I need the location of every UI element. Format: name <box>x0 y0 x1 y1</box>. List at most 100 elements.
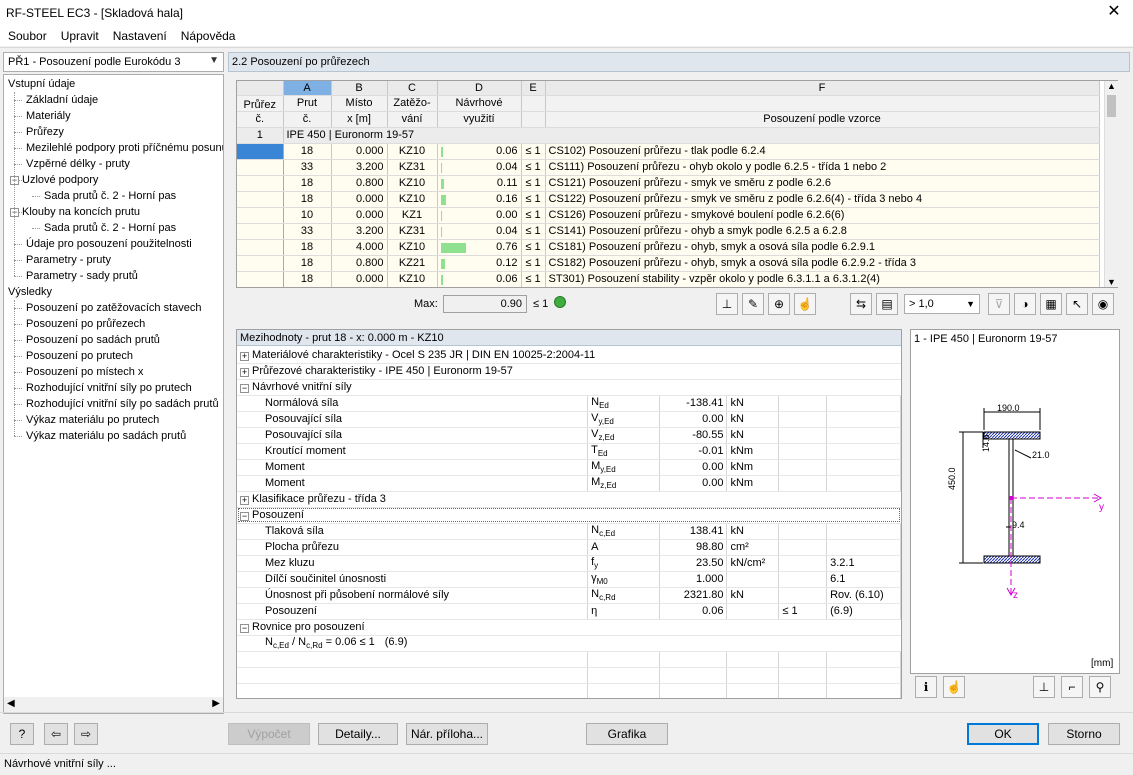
palette-icon[interactable]: ◑ <box>1014 293 1036 315</box>
group-row[interactable]: + Klasifikace průřezu - třída 3 <box>237 491 901 508</box>
table-row[interactable]: 18 0.000 KZ10 0.16 ≤ 1 CS122) Posouzení průře… <box>237 191 1100 208</box>
row-selector[interactable] <box>237 191 284 208</box>
member-color-icon[interactable]: ✎ <box>742 293 764 315</box>
nav-item[interactable]: Rozhodující vnitřní síly po sadách prutů <box>26 396 219 412</box>
nav-item[interactable]: Posouzení po zatěžovacích stavech <box>26 300 202 316</box>
select-members-icon[interactable]: ↖ <box>1066 293 1088 315</box>
nav-item[interactable]: Údaje pro posouzení použitelnosti <box>26 236 192 252</box>
table-row[interactable]: 10 0.000 KZ1 0.00 ≤ 1 CS126) Posouzení průřez… <box>237 207 1100 224</box>
scroll-right-icon[interactable]: ▶ <box>212 698 220 709</box>
nav-item[interactable]: Posouzení po místech x <box>26 364 143 380</box>
module-select[interactable]: PŘ1 - Posouzení podle Eurokódu 3 ▼ <box>3 52 224 72</box>
col-letter-a[interactable]: A <box>283 81 332 96</box>
menu-edit[interactable]: Upravit <box>61 29 105 43</box>
scroll-down-icon[interactable]: ▼ <box>1107 277 1116 287</box>
results-table[interactable]: A B C D E F Průřez Prut Místo Zatěžo- Ná… <box>236 80 1118 288</box>
pick-icon[interactable]: ☝ <box>794 293 816 315</box>
info-icon[interactable]: ℹ <box>915 676 937 698</box>
excel-export-icon[interactable]: ▦ <box>1040 293 1062 315</box>
col-letter-c[interactable]: C <box>387 81 438 96</box>
scroll-thumb[interactable] <box>1107 95 1116 117</box>
nav-item[interactable]: Sada prutů č. 2 - Horní pas <box>44 188 176 204</box>
chevron-down-icon[interactable]: ▼ <box>209 55 219 66</box>
cancel-button[interactable]: Storno <box>1048 723 1120 745</box>
calculate-button[interactable]: Výpočet <box>228 723 310 745</box>
table-row[interactable]: 33 3.200 KZ31 0.04 ≤ 1 CS111) Posouzení průře… <box>237 159 1100 176</box>
close-icon[interactable]: ✕ <box>1103 2 1125 22</box>
table-row[interactable]: 18 0.000 KZ10 0.06 ≤ 1 ST301) Posouzení stabi… <box>237 271 1100 287</box>
funnel-icon[interactable]: ⊽ <box>988 293 1010 315</box>
nav-item[interactable]: Vzpěrné délky - pruty <box>26 156 130 172</box>
group-row[interactable]: − Posouzení <box>237 507 901 524</box>
group-row[interactable]: + Průřezové charakteristiky - IPE 450 | E… <box>237 363 901 380</box>
table-row[interactable]: 18 4.000 KZ10 0.76 ≤ 1 CS181) Posouzení průře… <box>237 239 1100 256</box>
section-check-icon[interactable]: ⊥ <box>716 293 738 315</box>
nav-item[interactable]: Průřezy <box>26 124 64 140</box>
menu-settings[interactable]: Nastavení <box>113 29 173 43</box>
nav-item[interactable]: Posouzení po sadách prutů <box>26 332 160 348</box>
zoom-icon[interactable]: ⚲ <box>1089 676 1111 698</box>
collapse-icon[interactable]: − <box>240 512 249 521</box>
back-icon[interactable]: ⇦ <box>44 723 68 745</box>
nav-item[interactable]: Materiály <box>26 108 71 124</box>
row-selector[interactable] <box>237 159 284 176</box>
row-selector[interactable] <box>237 271 284 287</box>
nav-item[interactable]: Parametry - pruty <box>26 252 111 268</box>
menu-file[interactable]: Soubor <box>8 29 53 43</box>
nav-item[interactable]: Výkaz materiálu po prutech <box>26 412 159 428</box>
nav-item[interactable]: Sada prutů č. 2 - Horní pas <box>44 220 176 236</box>
horizontal-scrollbar[interactable]: ◀ ▶ <box>4 697 223 713</box>
nav-item[interactable]: Rozhodující vnitřní síly po prutech <box>26 380 192 396</box>
collapse-icon[interactable]: − <box>240 384 249 393</box>
row-selector[interactable] <box>237 255 284 272</box>
scroll-up-icon[interactable]: ▲ <box>1107 81 1116 91</box>
nav-item[interactable]: Posouzení po prutech <box>26 348 133 364</box>
col-letter-e[interactable]: E <box>521 81 546 96</box>
expand-icon[interactable]: + <box>240 496 249 505</box>
nav-item[interactable]: Vstupní údaje <box>8 76 75 92</box>
row-selector[interactable] <box>237 223 284 240</box>
col-letter-d[interactable]: D <box>437 81 522 96</box>
help-icon[interactable]: ? <box>10 723 34 745</box>
row-selector[interactable] <box>237 143 284 160</box>
nav-item[interactable]: Výkaz materiálu po sadách prutů <box>26 428 186 444</box>
national-annex-button[interactable]: Nár. příloha... <box>406 723 488 745</box>
table-row[interactable]: 18 0.800 KZ10 0.11 ≤ 1 CS121) Posouzení průře… <box>237 175 1100 192</box>
forward-icon[interactable]: ⇨ <box>74 723 98 745</box>
export-icon[interactable]: ⇆ <box>850 293 872 315</box>
vertical-scrollbar[interactable]: ▲ ▼ <box>1104 81 1118 287</box>
col-letter-f[interactable]: F <box>545 81 1100 96</box>
filter-bars-icon[interactable]: ▤ <box>876 293 898 315</box>
eye-icon[interactable]: ◉ <box>1092 293 1114 315</box>
table-row[interactable]: 18 0.000 KZ10 0.06 ≤ 1 CS102) Posouzení průře… <box>237 143 1100 160</box>
expand-icon[interactable]: + <box>240 368 249 377</box>
group-row[interactable]: + Materiálové charakteristiky - Ocel S 23… <box>237 347 901 364</box>
nav-item[interactable]: Výsledky <box>8 284 52 300</box>
dimension-icon[interactable]: ⊥ <box>1033 676 1055 698</box>
nav-item[interactable]: Parametry - sady prutů <box>26 268 138 284</box>
chevron-down-icon[interactable]: ▼ <box>966 295 975 313</box>
nav-item[interactable]: Klouby na koncích prutu <box>22 204 140 220</box>
axes-icon[interactable]: ⌐ <box>1061 676 1083 698</box>
group-row[interactable]: − Rovnice pro posouzení <box>237 619 901 636</box>
menu-help[interactable]: Nápověda <box>181 29 242 43</box>
nav-item[interactable]: Mezilehlé podpory proti příčnému posunu <box>26 140 223 156</box>
details-button[interactable]: Detaily... <box>318 723 398 745</box>
col-letter-b[interactable]: B <box>331 81 388 96</box>
nav-item[interactable]: Základní údaje <box>26 92 98 108</box>
table-row[interactable]: 33 3.200 KZ31 0.04 ≤ 1 CS141) Posouzení průře… <box>237 223 1100 240</box>
nav-item[interactable]: Posouzení po průřezech <box>26 316 146 332</box>
filter-select[interactable]: > 1,0 ▼ <box>904 294 980 314</box>
table-row[interactable]: 18 0.800 KZ21 0.12 ≤ 1 CS182) Posouzení průře… <box>237 255 1100 272</box>
pick-icon[interactable]: ☝ <box>943 676 965 698</box>
nav-item[interactable]: Uzlové podpory <box>22 172 98 188</box>
expand-icon[interactable]: + <box>240 351 249 361</box>
row-selector[interactable] <box>237 175 284 192</box>
row-selector[interactable] <box>237 239 284 256</box>
collapse-icon[interactable]: − <box>240 624 249 633</box>
group-row[interactable]: − Návrhové vnitřní síly <box>237 379 901 396</box>
scroll-left-icon[interactable]: ◀ <box>7 698 15 709</box>
view-mode-icon[interactable]: ⊕ <box>768 293 790 315</box>
ok-button[interactable]: OK <box>967 723 1039 745</box>
graphics-button[interactable]: Grafika <box>586 723 668 745</box>
